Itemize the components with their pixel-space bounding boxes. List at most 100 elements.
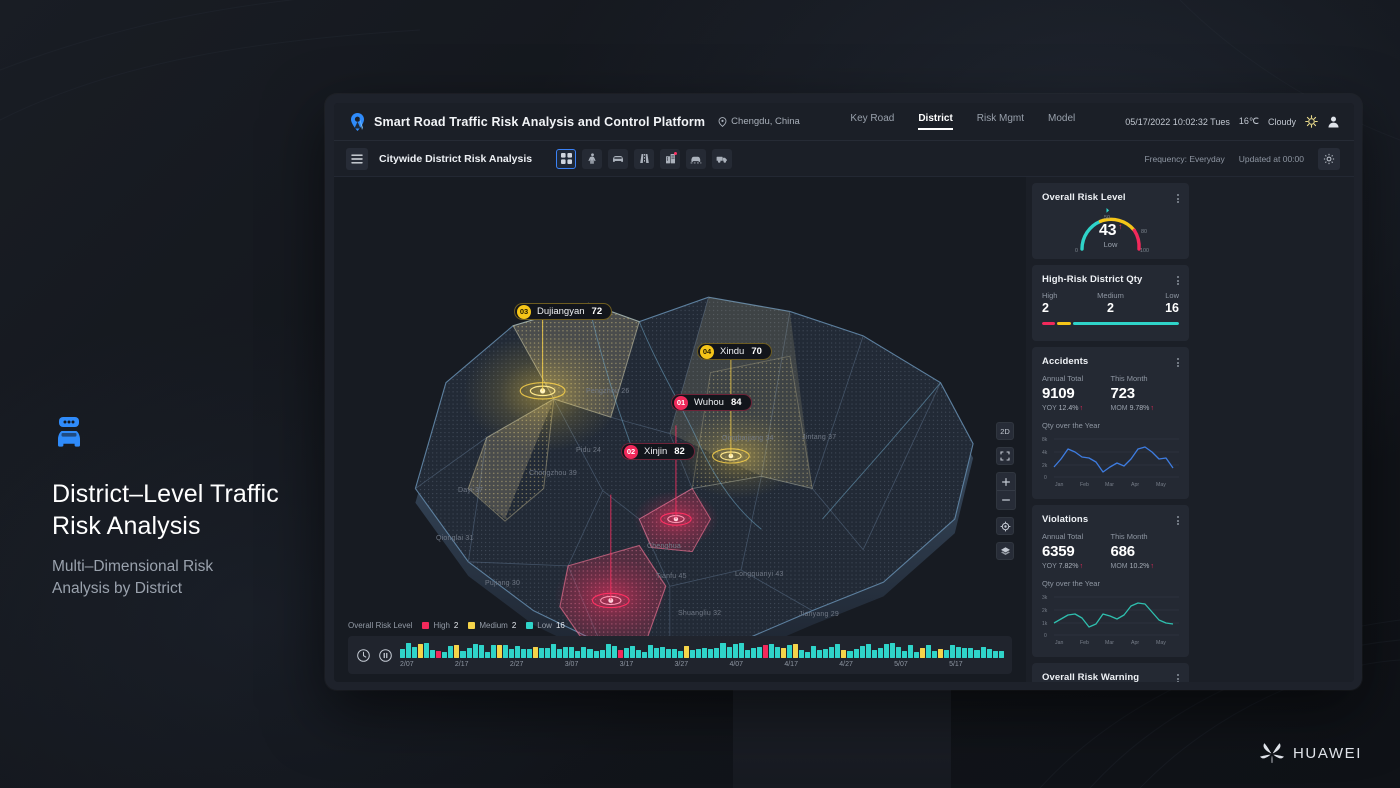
timeline-bar[interactable] <box>672 649 677 658</box>
timeline-bar[interactable] <box>708 649 713 658</box>
timeline-bar[interactable] <box>745 650 750 658</box>
timeline-bar[interactable] <box>811 646 816 658</box>
gear-icon[interactable] <box>1318 148 1340 170</box>
timeline-bar[interactable] <box>769 644 774 658</box>
timeline-bars[interactable] <box>400 643 1004 658</box>
timeline-bar[interactable] <box>805 652 810 658</box>
timeline-bar[interactable] <box>720 643 725 658</box>
timeline-bar[interactable] <box>829 647 834 658</box>
timeline-bar[interactable] <box>642 652 647 658</box>
timeline-bar[interactable] <box>503 645 508 658</box>
timeline-bar[interactable] <box>908 645 913 658</box>
tool-car-icon[interactable] <box>608 149 628 169</box>
timeline-bar[interactable] <box>866 644 871 658</box>
tool-road-icon[interactable] <box>634 149 654 169</box>
timeline-bar[interactable] <box>612 646 617 658</box>
timeline-bar[interactable] <box>624 648 629 658</box>
timeline-bar[interactable] <box>678 651 683 658</box>
timeline-bar[interactable] <box>448 646 453 658</box>
timeline-bar[interactable] <box>557 649 562 658</box>
timeline-bar[interactable] <box>993 651 998 658</box>
timeline-bar[interactable] <box>751 648 756 658</box>
timeline-bar[interactable] <box>630 646 635 658</box>
timeline-bar[interactable] <box>763 645 768 658</box>
timeline-bar[interactable] <box>400 649 405 658</box>
timeline-bar[interactable] <box>896 647 901 658</box>
timeline-bar[interactable] <box>799 650 804 658</box>
timeline-bar[interactable] <box>793 644 798 658</box>
locate-button[interactable] <box>996 517 1014 535</box>
timeline-bar[interactable] <box>981 647 986 658</box>
nav-item-model[interactable]: Model <box>1048 113 1075 131</box>
timeline-bar[interactable] <box>987 649 992 658</box>
timeline-bar[interactable] <box>406 643 411 658</box>
timeline-bar[interactable] <box>587 649 592 658</box>
timeline-bar[interactable] <box>551 644 556 658</box>
timeline-bar[interactable] <box>606 644 611 658</box>
timeline-bar[interactable] <box>847 651 852 658</box>
timeline-bar[interactable] <box>654 648 659 658</box>
timeline-bar[interactable] <box>823 649 828 658</box>
timeline-bar[interactable] <box>932 651 937 658</box>
history-clock-icon[interactable] <box>356 648 371 663</box>
timeline-bar[interactable] <box>938 649 943 658</box>
more-vertical-icon[interactable] <box>1177 672 1179 682</box>
timeline-bar[interactable] <box>841 650 846 658</box>
nav-item-risk-mgmt[interactable]: Risk Mgmt <box>977 113 1024 131</box>
tool-vehicle-road-icon[interactable] <box>686 149 706 169</box>
tool-pedestrian-icon[interactable] <box>582 149 602 169</box>
timeline-bar[interactable] <box>569 647 574 658</box>
timeline-bar[interactable] <box>473 644 478 658</box>
map-panel[interactable]: 03 Dujiangyan 72 04 Xindu 70 01 Wuhou 84… <box>334 177 1026 682</box>
map-marker-xindu[interactable]: 04 Xindu 70 <box>697 343 772 360</box>
timeline-bar[interactable] <box>999 651 1004 658</box>
more-vertical-icon[interactable] <box>1177 192 1179 203</box>
timeline-bar[interactable] <box>424 643 429 658</box>
timeline-bar[interactable] <box>962 648 967 658</box>
timeline-bar[interactable] <box>690 650 695 658</box>
timeline-bar[interactable] <box>563 647 568 658</box>
hamburger-menu-icon[interactable] <box>346 148 368 170</box>
header-location[interactable]: Chengdu, China <box>718 116 800 127</box>
timeline-bar[interactable] <box>926 645 931 658</box>
layers-button[interactable] <box>996 542 1014 560</box>
more-vertical-icon[interactable] <box>1177 356 1179 367</box>
timeline-bar[interactable] <box>442 652 447 658</box>
timeline-bar[interactable] <box>418 644 423 658</box>
timeline-bar[interactable] <box>666 649 671 658</box>
timeline-bar[interactable] <box>594 651 599 658</box>
zoom-out-button[interactable] <box>997 491 1015 509</box>
timeline-bar[interactable] <box>781 648 786 658</box>
timeline-bar[interactable] <box>757 647 762 658</box>
timeline-bar[interactable] <box>914 652 919 658</box>
timeline-bar[interactable] <box>739 643 744 658</box>
timeline-bar[interactable] <box>491 645 496 658</box>
fullscreen-button[interactable] <box>996 447 1014 465</box>
timeline-bar[interactable] <box>600 650 605 658</box>
timeline-bar[interactable] <box>884 644 889 658</box>
map-2d-toggle-button[interactable]: 2D <box>996 422 1014 440</box>
pause-icon[interactable] <box>378 648 393 663</box>
timeline-bar[interactable] <box>974 650 979 658</box>
timeline-bar[interactable] <box>533 647 538 658</box>
more-vertical-icon[interactable] <box>1177 274 1179 285</box>
tool-enterprise-building-icon[interactable] <box>660 149 680 169</box>
user-avatar-icon[interactable] <box>1327 115 1340 128</box>
timeline-bar[interactable] <box>581 647 586 658</box>
timeline-bar[interactable] <box>835 644 840 658</box>
timeline-bar[interactable] <box>860 646 865 658</box>
timeline-bar[interactable] <box>648 645 653 658</box>
timeline-bar[interactable] <box>775 647 780 658</box>
map-marker-dujiangyan[interactable]: 03 Dujiangyan 72 <box>514 303 612 320</box>
timeline-bar[interactable] <box>430 650 435 658</box>
timeline-bar[interactable] <box>618 650 623 658</box>
timeline-bar[interactable] <box>509 649 514 658</box>
timeline-bar[interactable] <box>902 651 907 658</box>
timeline-bar[interactable] <box>817 650 822 658</box>
timeline-bar[interactable] <box>479 645 484 658</box>
timeline-bar[interactable] <box>968 648 973 658</box>
timeline-bar[interactable] <box>727 647 732 658</box>
timeline-bar[interactable] <box>521 649 526 658</box>
zoom-in-button[interactable] <box>997 473 1015 491</box>
timeline-bar[interactable] <box>515 646 520 658</box>
